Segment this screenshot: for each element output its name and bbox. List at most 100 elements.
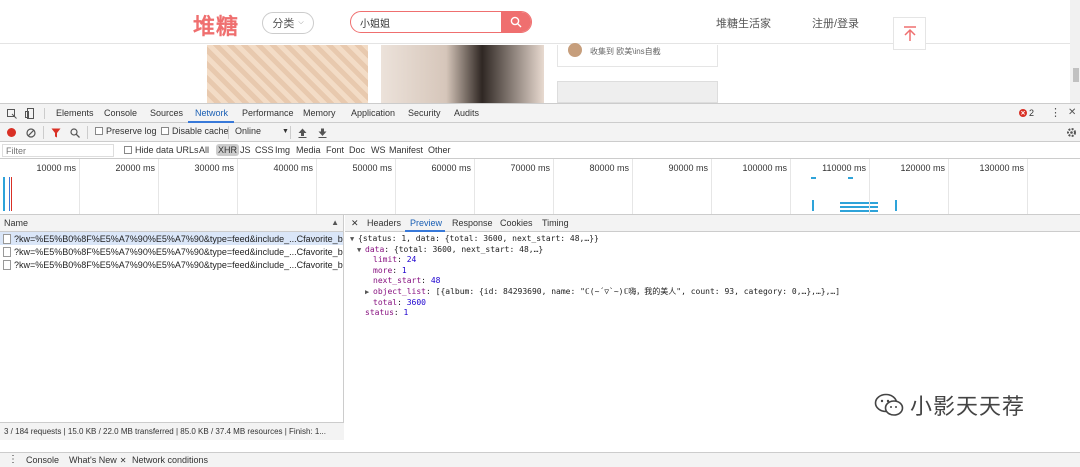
tab-preview[interactable]: Preview: [410, 218, 442, 228]
json-object-list-node[interactable]: ▶ object_list: [{album: {id: 84293690, na…: [345, 287, 1080, 298]
drawer-tab-console[interactable]: Console: [26, 455, 59, 465]
json-root-node[interactable]: ▼ {status: 1, data: {total: 3600, next_st…: [345, 234, 1080, 245]
search-input[interactable]: [351, 12, 501, 32]
tab-audits[interactable]: Audits: [454, 108, 479, 118]
timeline-gridline: [395, 159, 396, 214]
request-row[interactable]: ?kw=%E5%B0%8F%E5%A7%90%E5%A7%90&type=fee…: [0, 232, 343, 245]
page-scrollbar[interactable]: [1070, 0, 1080, 103]
more-options-icon[interactable]: ⋮: [1050, 106, 1061, 119]
filter-type-xhr[interactable]: XHR: [216, 144, 240, 156]
network-panel: Name ▲ ?kw=%E5%B0%8F%E5%A7%90%E5%A7%90&t…: [0, 215, 1080, 440]
request-row[interactable]: ?kw=%E5%B0%8F%E5%A7%90%E5%A7%90&type=fee…: [0, 258, 343, 271]
close-icon[interactable]: ✕: [1068, 107, 1076, 118]
clear-icon[interactable]: [25, 127, 36, 138]
tab-cookies[interactable]: Cookies: [500, 218, 533, 228]
error-counter[interactable]: ✕ 2: [1019, 108, 1034, 118]
search-icon: [510, 16, 522, 28]
nav-login-link[interactable]: 注册/登录: [812, 15, 859, 31]
timeline-gridline: [948, 159, 949, 214]
json-next-start: next_start: 48: [373, 276, 441, 286]
tab-response[interactable]: Response: [452, 218, 493, 228]
filter-type-other[interactable]: Other: [428, 145, 451, 155]
filter-type-doc[interactable]: Doc: [349, 145, 365, 155]
filter-type-css[interactable]: CSS: [255, 145, 274, 155]
timeline-tick-label: 110000 ms: [822, 163, 866, 173]
json-status: status: 1: [365, 308, 409, 318]
hide-data-urls-checkbox[interactable]: Hide data URLs: [124, 145, 199, 155]
timeline-overview[interactable]: 10000 ms 20000 ms 30000 ms 40000 ms 50000 ms…: [0, 159, 1080, 215]
watermark: 小影天天荐: [874, 389, 1025, 421]
feed-image[interactable]: [207, 45, 368, 103]
feed-image[interactable]: [381, 45, 544, 103]
timeline-tick-label: 40000 ms: [273, 163, 313, 173]
waterfall-feed: 收集到 欧美\ins自截: [0, 43, 1080, 103]
drawer-tab-network-conditions[interactable]: Network conditions: [132, 455, 208, 465]
timeline-request-bar: [848, 177, 853, 179]
gear-icon[interactable]: [1066, 127, 1077, 138]
nav-life-link[interactable]: 堆糖生活家: [716, 15, 771, 31]
close-icon[interactable]: ✕: [120, 456, 127, 465]
tab-application[interactable]: Application: [351, 108, 395, 118]
chevron-down-icon: ⌵: [298, 19, 304, 26]
request-details: ✕ Headers Preview Response Cookies Timin…: [345, 215, 1080, 440]
search-button[interactable]: [501, 12, 531, 32]
tab-elements[interactable]: Elements: [56, 108, 94, 118]
checkbox[interactable]: [124, 146, 132, 154]
tab-sources[interactable]: Sources: [150, 108, 183, 118]
search-icon[interactable]: [69, 127, 80, 138]
timeline-gridline: [158, 159, 159, 214]
file-icon: [3, 246, 11, 257]
disable-cache-label: Disable cache: [172, 126, 229, 136]
filter-input[interactable]: [2, 144, 114, 157]
tab-headers[interactable]: Headers: [367, 218, 401, 228]
drawer-menu-icon[interactable]: ⋮: [8, 454, 18, 465]
feed-image[interactable]: [557, 81, 718, 103]
collection-card[interactable]: 收集到 欧美\ins自截: [557, 43, 718, 67]
category-dropdown[interactable]: 分类 ⌵: [262, 12, 314, 34]
filter-type-media[interactable]: Media: [296, 145, 321, 155]
timeline-tick-label: 50000 ms: [352, 163, 392, 173]
column-header-name[interactable]: Name ▲: [0, 215, 343, 232]
disable-cache-checkbox[interactable]: Disable cache: [161, 126, 229, 136]
filter-type-js[interactable]: JS: [240, 145, 251, 155]
site-logo[interactable]: 堆糖: [193, 9, 239, 41]
request-name: ?kw=%E5%B0%8F%E5%A7%90%E5%A7%90&type=fee…: [14, 246, 343, 257]
json-data-node[interactable]: ▼ data: {total: 3600, next_start: 48,…}: [345, 245, 1080, 256]
json-data-summary: {total: 3600, next_start: 48,…}: [393, 244, 544, 254]
page-scrollbar-thumb[interactable]: [1073, 68, 1079, 82]
tab-console[interactable]: Console: [104, 108, 137, 118]
timeline-tick-label: 30000 ms: [194, 163, 234, 173]
timeline-tick-label: 70000 ms: [510, 163, 550, 173]
checkbox[interactable]: [161, 127, 169, 135]
category-label: 分类: [272, 18, 295, 30]
inspect-element-icon[interactable]: [6, 108, 17, 119]
filter-type-font[interactable]: Font: [326, 145, 344, 155]
filter-type-ws[interactable]: WS: [371, 145, 386, 155]
filter-icon[interactable]: [50, 127, 61, 138]
tab-memory[interactable]: Memory: [303, 108, 336, 118]
preserve-log-label: Preserve log: [106, 126, 157, 136]
filter-type-all[interactable]: All: [199, 145, 209, 155]
expanded-triangle-icon: ▼: [350, 235, 355, 243]
record-icon[interactable]: [6, 127, 17, 138]
tab-timing[interactable]: Timing: [542, 218, 569, 228]
watermark-text: 小影天天荐: [910, 395, 1026, 420]
tab-network[interactable]: Network: [195, 108, 228, 118]
checkbox[interactable]: [95, 127, 103, 135]
timeline-tick-label: 60000 ms: [431, 163, 471, 173]
request-row[interactable]: ?kw=%E5%B0%8F%E5%A7%90%E5%A7%90&type=fee…: [0, 245, 343, 258]
close-icon[interactable]: ✕: [351, 218, 359, 229]
tab-performance[interactable]: Performance: [242, 108, 294, 118]
timeline-request-bar: [3, 177, 5, 211]
filter-type-img[interactable]: Img: [275, 145, 290, 155]
filter-type-manifest[interactable]: Manifest: [389, 145, 423, 155]
throttling-select[interactable]: Online ▼: [235, 126, 289, 136]
json-limit: limit: 24: [373, 255, 417, 265]
drawer-tab-whats-new[interactable]: What's New ✕: [69, 455, 126, 465]
export-har-icon[interactable]: [317, 127, 328, 138]
tab-security[interactable]: Security: [408, 108, 441, 118]
import-har-icon[interactable]: [297, 127, 308, 138]
search-box: [350, 11, 532, 33]
preserve-log-checkbox[interactable]: Preserve log: [95, 126, 157, 136]
device-toolbar-icon[interactable]: [24, 108, 35, 119]
